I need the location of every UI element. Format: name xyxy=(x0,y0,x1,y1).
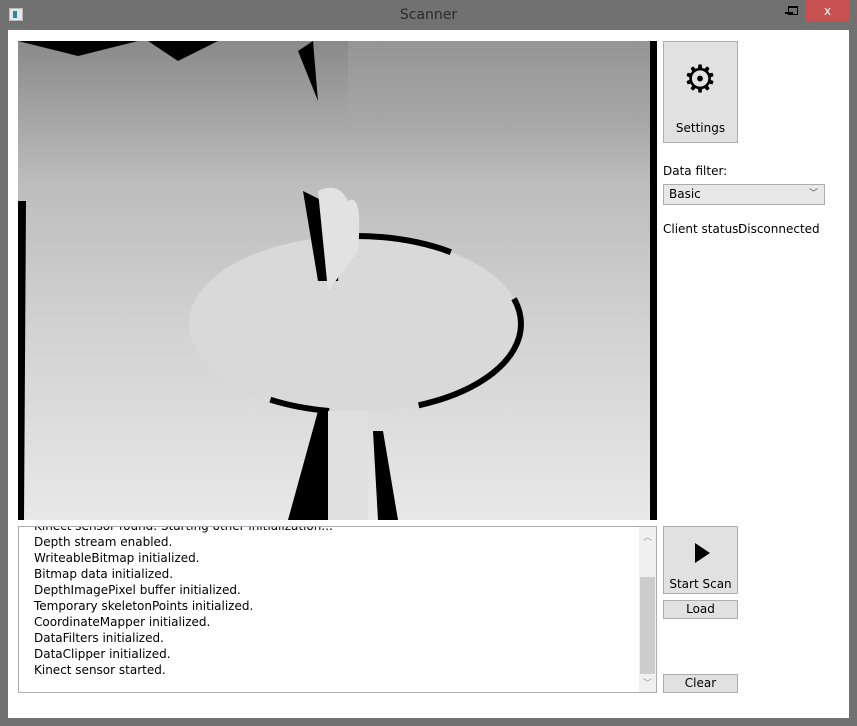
log-line: DepthImagePixel buffer initialized. xyxy=(34,583,241,597)
log-line: Temporary skeletonPoints initialized. xyxy=(34,599,254,613)
log-line: Kinect sensor found. Starting other init… xyxy=(34,526,333,533)
scroll-thumb[interactable] xyxy=(640,577,655,674)
client-status-value: Disconnected xyxy=(738,222,820,236)
chevron-down-icon: ﹀ xyxy=(808,189,818,199)
clear-button[interactable]: Clear xyxy=(663,674,738,693)
settings-label: Settings xyxy=(675,121,726,135)
table-leg xyxy=(328,411,368,520)
top-shadow xyxy=(18,41,318,101)
scroll-down-icon[interactable]: ﹀ xyxy=(639,676,656,689)
background-wall xyxy=(348,41,650,131)
log-box[interactable]: Kinect sensor found. Starting other init… xyxy=(18,526,657,693)
maximize-button[interactable] xyxy=(779,0,805,22)
log-line: Kinect sensor started. xyxy=(34,663,166,677)
scroll-up-icon[interactable]: ︿ xyxy=(639,530,656,543)
close-icon: x xyxy=(823,4,832,18)
log-scrollbar[interactable]: ︿ ﹀ xyxy=(639,527,656,692)
image-border xyxy=(650,41,657,520)
maximize-icon xyxy=(788,6,798,15)
log-line: CoordinateMapper initialized. xyxy=(34,615,211,629)
load-button[interactable]: Load xyxy=(663,600,738,619)
depth-image xyxy=(18,41,650,520)
start-scan-label: Start Scan xyxy=(669,577,732,591)
log-line: Depth stream enabled. xyxy=(34,535,173,549)
close-button[interactable]: x xyxy=(805,0,850,21)
log-line: DataFilters initialized. xyxy=(34,631,164,645)
depth-view xyxy=(18,41,650,520)
data-filter-value: Basic xyxy=(669,187,701,201)
log-line: DataClipper initialized. xyxy=(34,647,171,661)
log-lines: Kinect sensor found. Starting other init… xyxy=(34,526,333,678)
gear-icon: ⚙ xyxy=(683,57,718,101)
table-top xyxy=(186,233,524,415)
settings-button[interactable]: ⚙ Settings xyxy=(663,41,738,143)
log-line: Bitmap data initialized. xyxy=(34,567,174,581)
play-icon xyxy=(695,543,710,563)
start-scan-button[interactable]: Start Scan xyxy=(663,526,738,594)
log-line: WriteableBitmap initialized. xyxy=(34,551,200,565)
window-title: Scanner xyxy=(399,7,458,23)
data-filter-select[interactable]: Basic ﹀ xyxy=(663,184,825,205)
edge-shadow xyxy=(18,201,26,520)
data-filter-label: Data filter: xyxy=(663,164,728,178)
client-status-label: Client status: xyxy=(663,222,743,236)
